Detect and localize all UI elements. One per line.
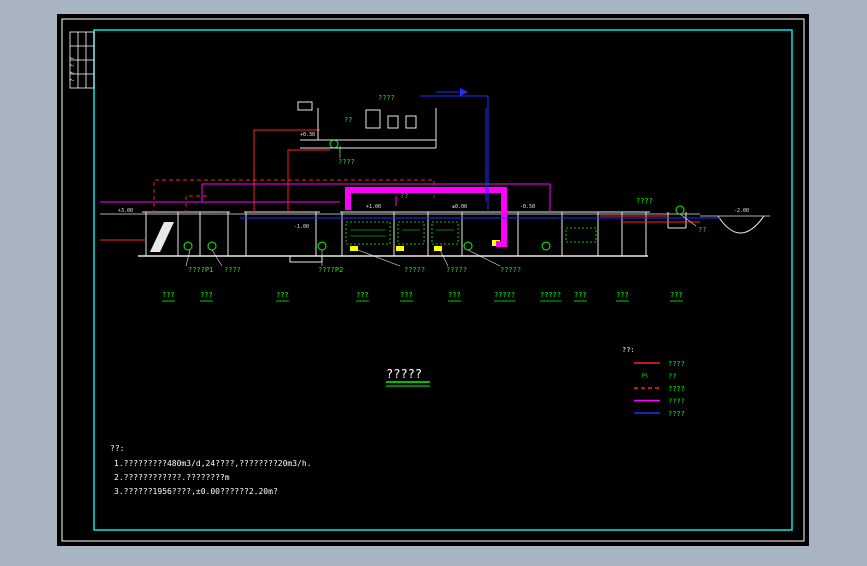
equipment-tag: ????? [500, 266, 521, 274]
legend-label: ???? [668, 360, 685, 368]
elevation-tag: -0.50 [520, 204, 535, 210]
equipment-tag: ????P1 [188, 266, 213, 274]
odor-label: ???? [338, 158, 355, 166]
elevation-tag: ±0.00 [452, 204, 467, 210]
tank-name: ??? [400, 291, 413, 299]
legend-label: ???? [668, 410, 685, 418]
note-line-1: 1.?????????480m3/d,24????,????????20m3/h… [114, 459, 311, 468]
cad-drawing-sheet: ? ? ? ? ???? ?? ???? ???? ?? +3.00 -1.00… [57, 14, 809, 546]
chemical-house-label: ???? [378, 94, 395, 102]
tank-name: ??? [162, 291, 175, 299]
equipment-tag: ????? [404, 266, 425, 274]
note-line-3: 3.??????1956????,±0.00??????2.20m? [114, 487, 278, 496]
tank-name: ??? [670, 291, 683, 299]
legend-title: ??: [622, 346, 635, 354]
tank-name: ??? [356, 291, 369, 299]
equipment-tag: ?? [698, 226, 706, 234]
legend-label: ?? [668, 373, 676, 381]
tank-name: ??? [448, 291, 461, 299]
legend-swatch: PS [642, 374, 648, 380]
elevation-tag: -1.00 [294, 224, 309, 230]
elevation-tag: +0.30 [300, 132, 315, 138]
cad-viewport: ? ? ? ? ???? ?? ???? ???? ?? +3.00 -1.00… [0, 0, 867, 562]
notes-title: ??: [110, 444, 124, 453]
equipment-tag: ????? [446, 266, 467, 274]
equipment-tag: ???? [224, 266, 241, 274]
elevation-tag: +1.00 [366, 204, 381, 210]
drawing-title: ????? [386, 367, 422, 381]
title-block-label: ? ? ? ? [69, 56, 76, 82]
tank-name: ????? [540, 291, 561, 299]
legend-label: ???? [668, 398, 685, 406]
elevation-tag: +3.00 [118, 208, 133, 214]
tank-name: ??? [616, 291, 629, 299]
recycle-label: ?? [400, 192, 408, 200]
legend-label: ???? [668, 385, 685, 393]
tank-name: ????? [494, 291, 515, 299]
note-line-2: 2.????????????.????????m [114, 473, 230, 482]
equipment-tag: ????P2 [318, 266, 343, 274]
blower-label: ???? [636, 197, 653, 205]
feeder-label: ?? [344, 116, 352, 124]
tank-name: ??? [276, 291, 289, 299]
tank-name: ??? [200, 291, 213, 299]
elevation-tag: -2.00 [734, 208, 749, 214]
tank-name: ??? [574, 291, 587, 299]
